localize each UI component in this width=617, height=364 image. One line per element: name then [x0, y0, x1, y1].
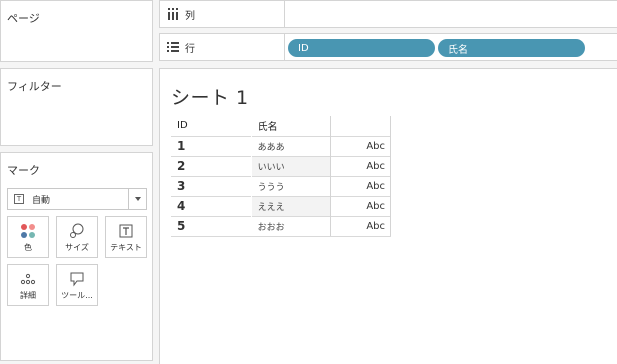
- view-area[interactable]: シート 1 ID 氏名 1 あああ Abc 2 いいい Abc 3 ううう Ab…: [159, 68, 617, 364]
- tooltip-card-label: ツール...: [61, 291, 93, 300]
- cell-abc[interactable]: Abc: [329, 215, 392, 237]
- table-row[interactable]: 3 ううう Abc: [171, 175, 392, 196]
- pages-title: ページ: [7, 12, 40, 25]
- table-row[interactable]: 5 おおお Abc: [171, 215, 392, 237]
- cell-name[interactable]: あああ: [250, 135, 331, 156]
- tooltip-bubble-icon: [70, 272, 84, 287]
- header-name[interactable]: 氏名: [250, 116, 331, 136]
- cell-name[interactable]: おおお: [250, 215, 331, 237]
- cell-name[interactable]: いいい: [250, 155, 331, 176]
- color-card[interactable]: 色: [7, 216, 49, 258]
- data-table: ID 氏名 1 あああ Abc 2 いいい Abc 3 ううう Abc 4 ええ…: [171, 116, 392, 237]
- size-card[interactable]: サイズ: [56, 216, 98, 258]
- tooltip-card[interactable]: ツール...: [56, 264, 98, 306]
- detail-card-label: 詳細: [20, 291, 36, 300]
- chevron-down-icon[interactable]: [128, 189, 146, 209]
- rows-shelf-header: 行: [160, 34, 285, 60]
- pill-id[interactable]: ID: [288, 39, 435, 57]
- cell-abc[interactable]: Abc: [329, 175, 392, 196]
- text-card-label: テキスト: [110, 243, 142, 252]
- cell-id[interactable]: 2: [171, 155, 252, 176]
- header-row: ID 氏名: [171, 116, 392, 136]
- filters-title: フィルター: [7, 80, 62, 93]
- text-card[interactable]: テキスト: [105, 216, 147, 258]
- columns-icon: [168, 8, 178, 20]
- detail-card[interactable]: 詳細: [7, 264, 49, 306]
- cell-id[interactable]: 3: [171, 175, 252, 196]
- pill-name[interactable]: 氏名: [438, 39, 585, 57]
- cell-abc[interactable]: Abc: [329, 195, 392, 216]
- color-dots-icon: [21, 224, 35, 238]
- size-circles-icon: [70, 223, 84, 238]
- auto-mark-icon: T: [14, 194, 24, 204]
- marks-title: マーク: [7, 164, 40, 177]
- cell-abc[interactable]: Abc: [329, 135, 392, 156]
- cell-name[interactable]: えええ: [250, 195, 331, 216]
- header-id[interactable]: ID: [171, 116, 251, 136]
- rows-label: 行: [185, 43, 195, 55]
- table-row[interactable]: 2 いいい Abc: [171, 155, 392, 176]
- cell-id[interactable]: 4: [171, 195, 252, 216]
- size-card-label: サイズ: [65, 243, 89, 252]
- filters-panel[interactable]: フィルター: [0, 68, 153, 146]
- mark-type-value: 自動: [32, 195, 51, 206]
- pages-panel[interactable]: ページ: [0, 0, 153, 62]
- columns-shelf[interactable]: 列: [159, 0, 617, 28]
- text-box-icon: [119, 224, 133, 238]
- table-row[interactable]: 1 あああ Abc: [171, 135, 392, 156]
- detail-dots-icon: [20, 273, 36, 285]
- rows-icon: [167, 42, 179, 52]
- cell-name[interactable]: ううう: [250, 175, 331, 196]
- sheet-title[interactable]: シート 1: [171, 83, 249, 110]
- columns-shelf-header: 列: [160, 1, 285, 27]
- rows-shelf[interactable]: 行 ID 氏名: [159, 33, 617, 61]
- cell-abc[interactable]: Abc: [329, 155, 392, 176]
- color-card-label: 色: [24, 243, 32, 252]
- header-measure: [329, 116, 392, 136]
- columns-label: 列: [185, 10, 195, 22]
- marks-panel: マーク T 自動 色 サイズ テキスト 詳細 ツール...: [0, 152, 153, 361]
- cell-id[interactable]: 5: [171, 215, 252, 237]
- cell-id[interactable]: 1: [171, 135, 252, 156]
- table-row[interactable]: 4 えええ Abc: [171, 195, 392, 216]
- mark-type-dropdown[interactable]: T 自動: [7, 188, 147, 210]
